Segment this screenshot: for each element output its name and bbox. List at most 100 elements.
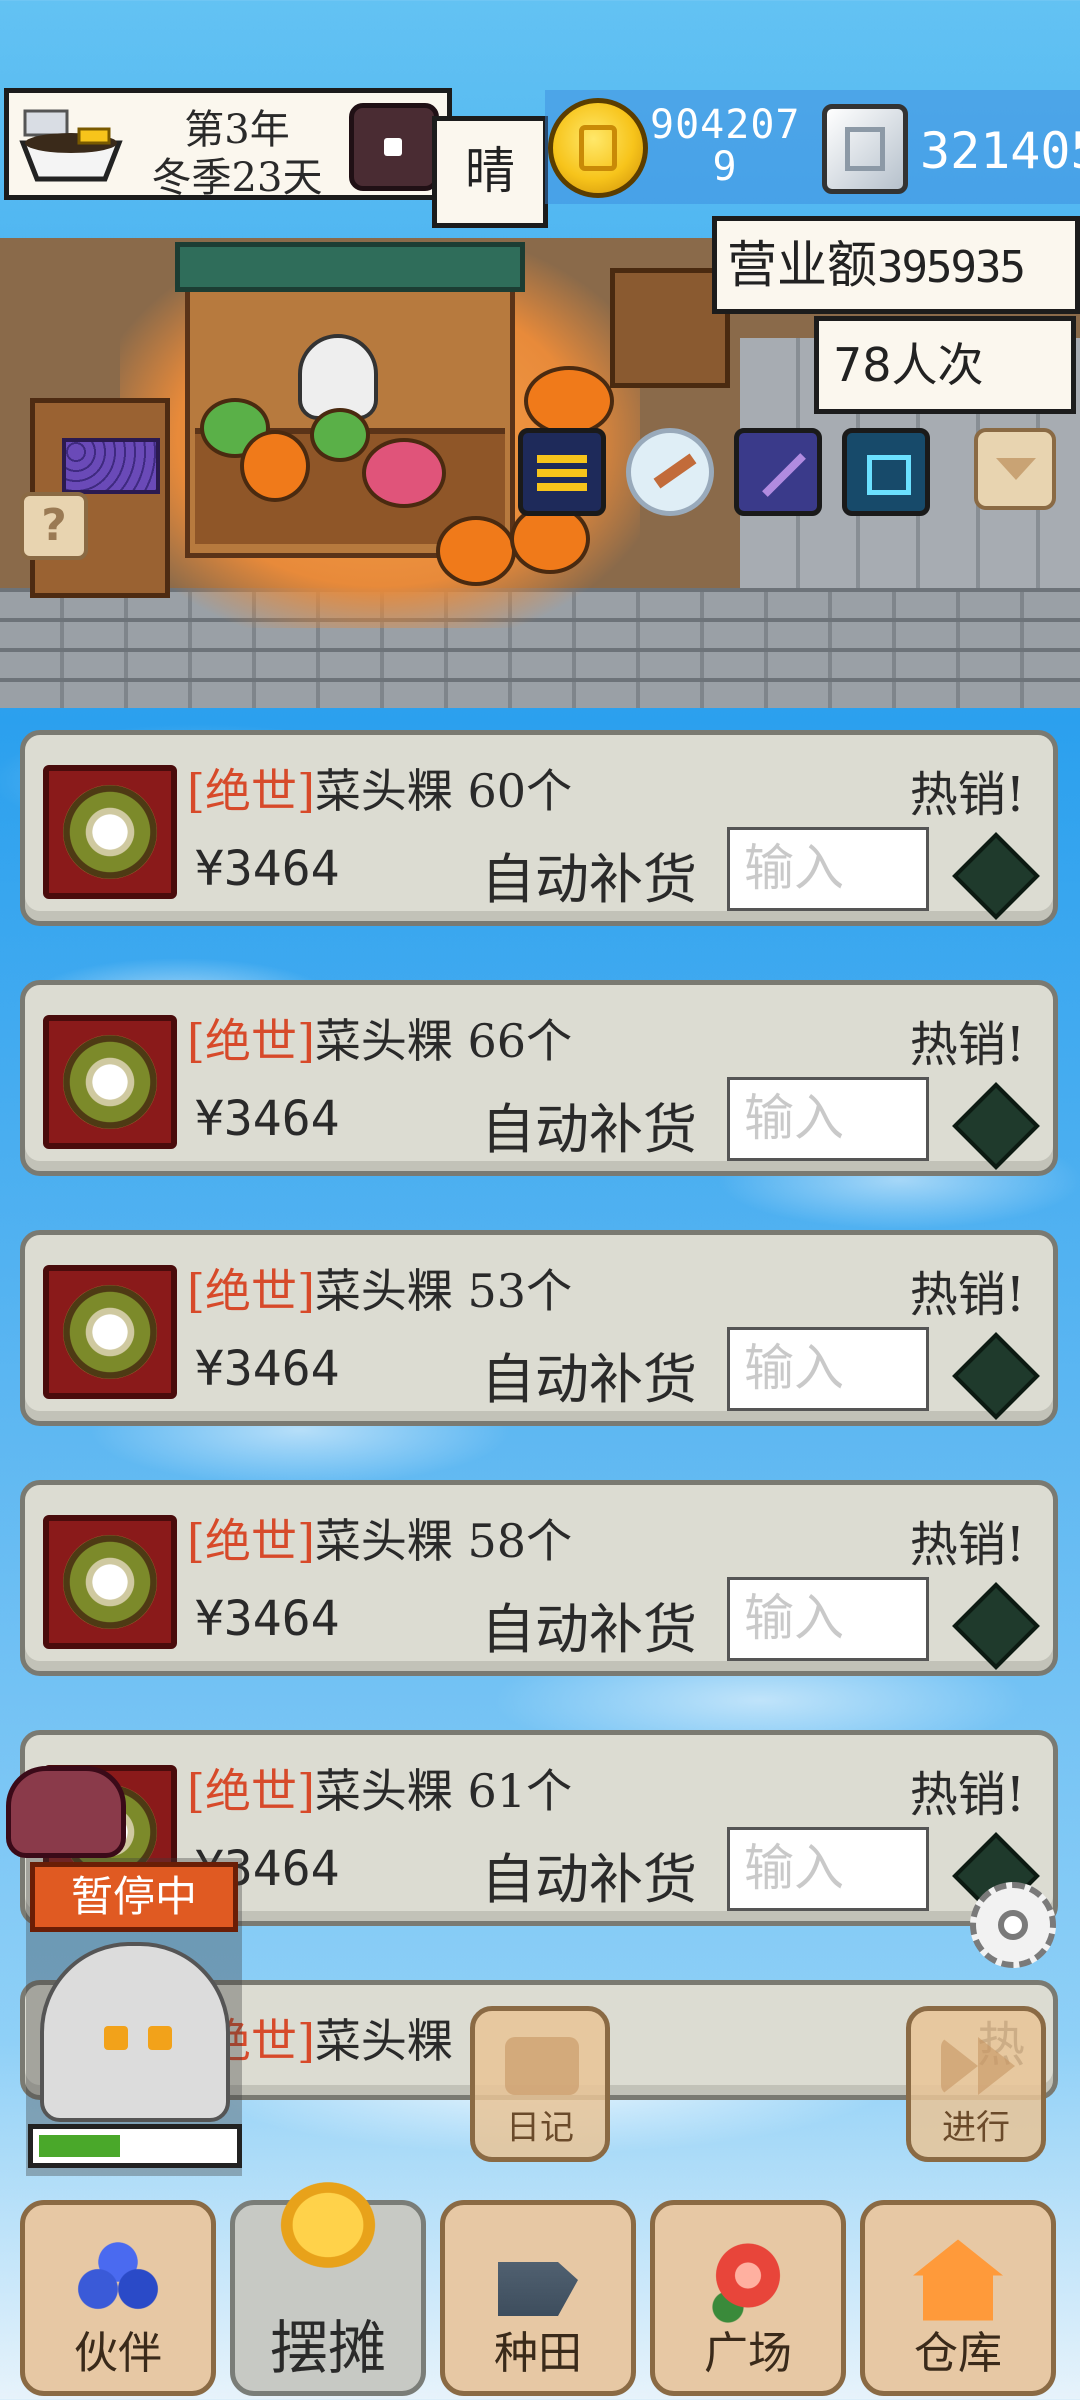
tab-farming[interactable]: 种田 — [440, 2200, 636, 2396]
cooking-buff-icon[interactable] — [626, 428, 714, 516]
tab-label: 广场 — [704, 2328, 792, 2379]
item-count: 66个 — [467, 1014, 573, 1068]
fast-forward-icon — [941, 2037, 1015, 2095]
revenue-display: 营业额395935 — [712, 216, 1080, 314]
restock-input[interactable]: 输入 — [727, 827, 929, 911]
hot-sale-tag: 热销! — [909, 1017, 1025, 1073]
item-price: ¥3464 — [195, 1591, 340, 1647]
item-count: 60个 — [467, 764, 573, 818]
watering-can-icon — [498, 2262, 578, 2316]
item-title: 菜头粿 — [314, 2014, 453, 2068]
item-count: 61个 — [467, 1764, 573, 1818]
auto-restock-label[interactable]: 自动补货 — [481, 1835, 697, 1914]
item-grade: [绝世] — [187, 1514, 315, 1568]
item-card[interactable]: [绝世]菜头粿 53个 热销! ¥3464 自动补货 输入 — [20, 1230, 1058, 1426]
radish-icon — [362, 438, 446, 508]
companion-portrait[interactable] — [40, 1942, 230, 2122]
stall-coins-icon — [273, 2175, 383, 2275]
pumpkin-icon — [436, 516, 516, 586]
rice-bowl-icon — [19, 109, 123, 187]
item-card[interactable]: [绝世]菜头粿 58个 热销! ¥3464 自动补货 输入 — [20, 1480, 1058, 1676]
silver-ingot-icon — [822, 104, 908, 194]
item-count: 53个 — [467, 1264, 573, 1318]
item-price: ¥3464 — [195, 841, 340, 897]
restock-input[interactable]: 输入 — [727, 1577, 929, 1661]
revenue-label: 营业额 — [727, 236, 877, 294]
item-grade: [绝世] — [187, 1264, 315, 1318]
confirm-diamond-button[interactable] — [952, 1082, 1040, 1170]
restock-input[interactable]: 输入 — [727, 1827, 929, 1911]
visitor-count: 78人次 — [814, 316, 1076, 414]
paused-badge[interactable]: 暂停中 — [30, 1862, 238, 1932]
radish-cake-icon — [43, 1015, 177, 1149]
magic-wand-buff-icon[interactable] — [734, 428, 822, 516]
treasure-chest-buff-icon[interactable] — [518, 428, 606, 516]
item-grade: [绝世] — [187, 1764, 315, 1818]
tab-label: 摆摊 — [269, 2314, 386, 2382]
auto-restock-label[interactable]: 自动补货 — [481, 1085, 697, 1164]
bottom-nav: 伙伴 摆摊 种田 广场 仓库 — [0, 2175, 1080, 2400]
confirm-diamond-button[interactable] — [952, 832, 1040, 920]
stall-roof — [175, 242, 525, 292]
tab-label: 伙伴 — [74, 2328, 162, 2379]
confirm-diamond-button[interactable] — [952, 1582, 1040, 1670]
item-name: [绝世]菜头粿 61个 — [187, 1755, 572, 1821]
item-count: 58个 — [467, 1514, 573, 1568]
radish-cake-icon — [43, 1265, 177, 1399]
expand-buffs-button[interactable] — [974, 428, 1056, 510]
radish-cake-icon — [43, 1515, 177, 1649]
gold-amount-line1: 904207 — [650, 102, 801, 148]
crab-pet-icon[interactable] — [6, 1766, 126, 1858]
item-card[interactable]: [绝世]菜头粿 66个 热销! ¥3464 自动补货 输入 — [20, 980, 1058, 1176]
stamina-bar — [28, 2124, 242, 2168]
hot-sale-tag: 热销! — [909, 1267, 1025, 1323]
tab-warehouse[interactable]: 仓库 — [860, 2200, 1056, 2396]
proceed-label: 进行 — [942, 2108, 1010, 2148]
diary-label: 日记 — [506, 2108, 574, 2148]
date-season-day: 冬季23天 — [151, 155, 323, 201]
cabbage-icon — [310, 408, 370, 462]
gear-icon[interactable] — [970, 1882, 1056, 1968]
tab-label: 仓库 — [914, 2328, 1002, 2379]
item-title: 菜头粿 — [314, 1514, 453, 1568]
flower-icon — [698, 2235, 798, 2325]
item-title: 菜头粿 — [314, 1014, 453, 1068]
time-dial-icon[interactable] — [349, 103, 439, 191]
diary-button[interactable]: 日记 — [470, 2006, 610, 2162]
item-title: 菜头粿 — [314, 1764, 453, 1818]
tab-partners[interactable]: 伙伴 — [20, 2200, 216, 2396]
pumpkin-basket-icon — [524, 366, 614, 436]
carrot-pile-icon — [240, 430, 310, 502]
silver-amount: 321405 — [920, 122, 1080, 180]
item-card[interactable]: [绝世]菜头粿 60个 热销! ¥3464 自动补货 输入 — [20, 730, 1058, 926]
tab-plaza[interactable]: 广场 — [650, 2200, 846, 2396]
restock-input[interactable]: 输入 — [727, 1327, 929, 1411]
auto-restock-label[interactable]: 自动补货 — [481, 1335, 697, 1414]
confirm-diamond-button[interactable] — [952, 1332, 1040, 1420]
hot-sale-tag: 热销! — [909, 1517, 1025, 1573]
item-name: [绝世]菜头粿 60个 — [187, 755, 572, 821]
item-grade: [绝世] — [187, 764, 315, 818]
grape-crate-icon — [62, 438, 160, 494]
tab-stall[interactable]: 摆摊 — [230, 2175, 426, 2396]
gold-coin-icon — [548, 98, 648, 198]
revenue-value: 395935 — [877, 242, 1026, 293]
item-title: 菜头粿 — [314, 1264, 453, 1318]
proceed-button[interactable]: 进行 — [906, 2006, 1046, 2162]
scroll-buff-icon[interactable] — [842, 428, 930, 516]
tab-label: 种田 — [494, 2328, 582, 2379]
item-price: ¥3464 — [195, 1091, 340, 1147]
gold-amount: 904207 9 — [650, 104, 800, 188]
item-title: 菜头粿 — [314, 764, 453, 818]
auto-restock-label[interactable]: 自动补货 — [481, 1585, 697, 1664]
weather-indicator: 晴 — [432, 116, 548, 228]
partners-icon — [68, 2235, 168, 2325]
house-icon — [913, 2239, 1003, 2321]
hot-sale-tag: 热销! — [909, 1767, 1025, 1823]
item-name: [绝世]菜头粿 58个 — [187, 1505, 572, 1571]
auto-restock-label[interactable]: 自动补货 — [481, 835, 697, 914]
help-button[interactable]: ? — [20, 492, 88, 560]
chat-bubble-icon — [505, 2037, 579, 2095]
item-name: [绝世]菜头粿 66个 — [187, 1005, 572, 1071]
restock-input[interactable]: 输入 — [727, 1077, 929, 1161]
